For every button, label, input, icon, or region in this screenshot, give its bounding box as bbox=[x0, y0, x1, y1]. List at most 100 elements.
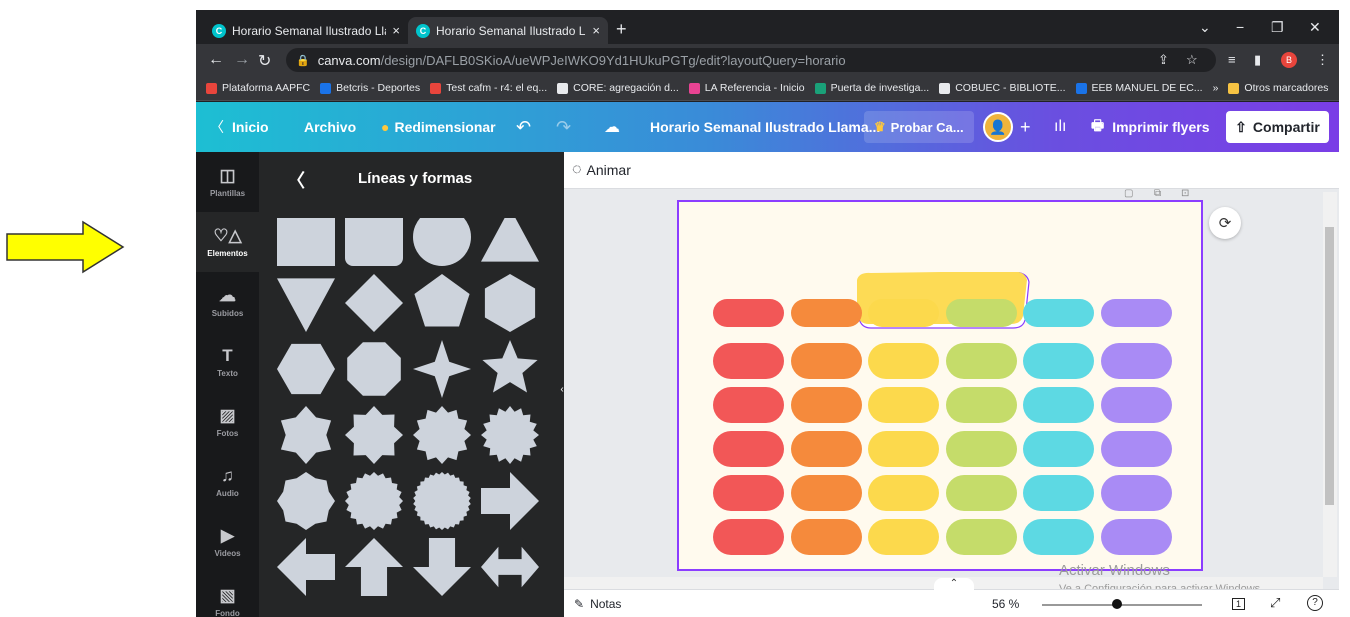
share-button[interactable]: ⇧ Compartir bbox=[1226, 111, 1329, 143]
schedule-cell[interactable] bbox=[945, 431, 1017, 467]
bookmark-item[interactable]: Plataforma AAPFC bbox=[206, 82, 310, 94]
shape-element[interactable] bbox=[277, 472, 335, 530]
shape-element[interactable] bbox=[413, 340, 471, 398]
schedule-cell[interactable] bbox=[1023, 343, 1094, 379]
schedule-cell[interactable] bbox=[945, 519, 1017, 555]
design-page[interactable] bbox=[677, 200, 1203, 571]
schedule-cell[interactable] bbox=[868, 343, 939, 379]
zoom-level[interactable]: 56 % bbox=[992, 597, 1019, 611]
add-page-icon[interactable]: ⊡ bbox=[1181, 188, 1189, 199]
schedule-cell[interactable] bbox=[1100, 343, 1172, 379]
notes-button[interactable]: ✎ Notas bbox=[574, 597, 621, 611]
tab-search-icon[interactable]: ⌄ bbox=[1199, 19, 1211, 36]
lock-page-icon[interactable]: ▢ bbox=[1124, 188, 1133, 199]
shape-element[interactable] bbox=[414, 274, 470, 327]
close-tab-icon[interactable]: × bbox=[592, 23, 600, 38]
bookmark-item[interactable]: Puerta de investiga... bbox=[814, 82, 929, 94]
schedule-cell[interactable] bbox=[868, 475, 939, 511]
shape-element[interactable] bbox=[280, 406, 332, 464]
schedule-cell[interactable] bbox=[945, 475, 1017, 511]
shape-element[interactable] bbox=[413, 538, 471, 596]
shape-element[interactable] bbox=[413, 472, 471, 530]
resize-button[interactable]: ● Redimensionar bbox=[381, 102, 496, 152]
help-icon[interactable]: ? bbox=[1307, 595, 1323, 611]
reload-icon[interactable]: ↻ bbox=[258, 51, 271, 71]
schedule-cell[interactable] bbox=[945, 299, 1017, 327]
vertical-scroll-thumb[interactable] bbox=[1325, 227, 1334, 505]
shape-element[interactable] bbox=[413, 406, 471, 464]
bookmarks-overflow-button[interactable]: » bbox=[1213, 82, 1219, 94]
file-menu[interactable]: Archivo bbox=[304, 102, 356, 152]
shape-element[interactable] bbox=[345, 472, 403, 530]
schedule-cell[interactable] bbox=[713, 475, 784, 511]
zoom-slider-track[interactable] bbox=[1042, 604, 1202, 606]
shape-element[interactable] bbox=[277, 538, 335, 596]
bookmark-item[interactable]: CORE: agregación d... bbox=[557, 82, 679, 94]
rail-item-subidos[interactable]: ☁ Subidos bbox=[196, 272, 259, 332]
back-icon[interactable]: ← bbox=[208, 51, 224, 69]
close-tab-icon[interactable]: × bbox=[392, 23, 400, 38]
schedule-cell[interactable] bbox=[1100, 387, 1172, 423]
schedule-cell[interactable] bbox=[713, 299, 784, 327]
schedule-cell[interactable] bbox=[1100, 431, 1172, 467]
vertical-scrollbar[interactable] bbox=[1323, 192, 1337, 577]
shape-element[interactable] bbox=[345, 218, 403, 266]
bookmark-item[interactable]: Betcris - Deportes bbox=[320, 82, 420, 94]
shape-element[interactable] bbox=[413, 218, 471, 266]
redo-icon[interactable]: ↷ bbox=[556, 102, 571, 152]
schedule-cell[interactable] bbox=[868, 299, 939, 327]
browser-tab-1[interactable]: C Horario Semanal Ilustrado Llama × bbox=[204, 17, 408, 44]
schedule-cell[interactable] bbox=[790, 475, 862, 511]
shape-element[interactable] bbox=[277, 218, 335, 266]
schedule-cell[interactable] bbox=[1023, 519, 1094, 555]
duplicate-page-icon[interactable]: ⧉ bbox=[1154, 188, 1161, 199]
reading-list-icon[interactable]: ≡ bbox=[1228, 52, 1236, 67]
address-bar[interactable]: 🔒 canva.com/design/DAFLB0SKioA/ueWPJeIWK… bbox=[286, 48, 1216, 72]
shape-element[interactable] bbox=[347, 342, 401, 396]
minimize-icon[interactable]: − bbox=[1236, 19, 1244, 35]
bookmark-item[interactable]: EEB MANUEL DE EC... bbox=[1075, 82, 1203, 94]
schedule-cell[interactable] bbox=[1100, 475, 1172, 511]
shape-element[interactable] bbox=[277, 278, 335, 332]
close-window-icon[interactable]: ✕ bbox=[1309, 19, 1321, 36]
other-bookmarks-folder[interactable]: Otros marcadores bbox=[1228, 82, 1328, 94]
side-panel-icon[interactable]: ▮ bbox=[1254, 52, 1261, 68]
shape-element[interactable] bbox=[481, 406, 539, 464]
restore-icon[interactable]: ❐ bbox=[1271, 19, 1284, 36]
schedule-cell[interactable] bbox=[868, 387, 939, 423]
rail-item-elementos[interactable]: ♡△ Elementos bbox=[196, 212, 259, 272]
schedule-cell[interactable] bbox=[868, 431, 939, 467]
fullscreen-icon[interactable]: ⤢ bbox=[1270, 595, 1280, 611]
shape-element[interactable] bbox=[481, 472, 539, 530]
schedule-cell[interactable] bbox=[713, 431, 784, 467]
schedule-cell[interactable] bbox=[945, 387, 1017, 423]
schedule-cell[interactable] bbox=[790, 431, 862, 467]
schedule-cell[interactable] bbox=[1023, 387, 1094, 423]
schedule-cell[interactable] bbox=[868, 519, 939, 555]
schedule-cell[interactable] bbox=[790, 299, 862, 327]
user-avatar[interactable]: 👤 bbox=[983, 112, 1013, 142]
undo-icon[interactable]: ↶ bbox=[516, 102, 531, 152]
print-flyers-button[interactable]: 🖶 Imprimir flyers bbox=[1091, 102, 1209, 152]
browser-tab-2[interactable]: C Horario Semanal Ilustrado Llama × bbox=[408, 17, 608, 44]
forward-icon[interactable]: → bbox=[234, 51, 250, 69]
share-page-icon[interactable]: ⇪ bbox=[1158, 52, 1169, 68]
insights-icon[interactable]: ılı bbox=[1054, 102, 1066, 152]
back-chevron-icon[interactable]: 〈 bbox=[287, 167, 305, 193]
show-pages-chevron-icon[interactable]: ⌃ bbox=[934, 578, 974, 592]
schedule-cell[interactable] bbox=[713, 387, 784, 423]
add-collaborator-icon[interactable]: + bbox=[1020, 102, 1031, 152]
schedule-cell[interactable] bbox=[790, 519, 862, 555]
try-pro-button[interactable]: ♛ Probar Ca... bbox=[864, 111, 974, 143]
refresh-suggestions-icon[interactable]: ⟳ bbox=[1209, 207, 1241, 239]
schedule-cell[interactable] bbox=[713, 519, 784, 555]
rail-item-texto[interactable]: T Texto bbox=[196, 332, 259, 392]
schedule-cell[interactable] bbox=[1100, 299, 1172, 327]
rail-item-fotos[interactable]: ▨ Fotos bbox=[196, 392, 259, 452]
shape-element[interactable] bbox=[481, 546, 539, 588]
browser-menu-icon[interactable]: ⋮ bbox=[1316, 52, 1329, 68]
shape-element[interactable] bbox=[484, 274, 536, 332]
bookmark-item[interactable]: LA Referencia - Inicio bbox=[688, 82, 805, 94]
bookmark-item[interactable]: Test cafm - r4: el eq... bbox=[430, 82, 547, 94]
schedule-cell[interactable] bbox=[713, 343, 784, 379]
